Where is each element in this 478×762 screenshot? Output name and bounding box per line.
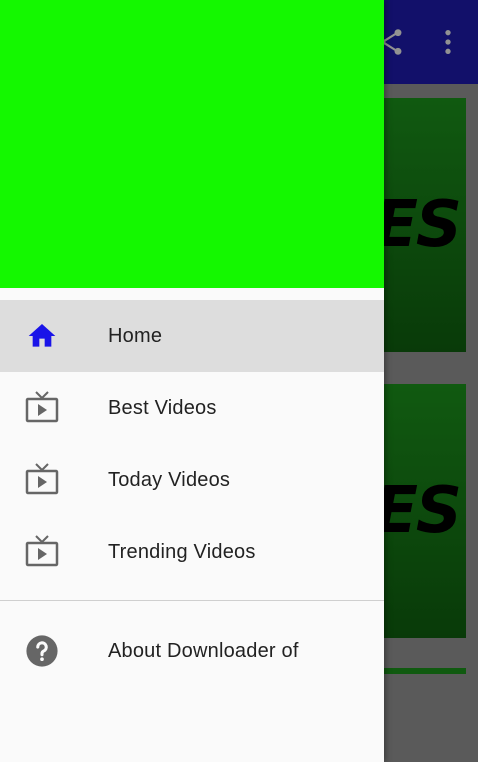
drawer-item-today-videos[interactable]: Today Videos: [0, 444, 384, 516]
tv-play-icon: [24, 534, 60, 570]
navigation-drawer: Home Best Videos Today Videos Trending V…: [0, 0, 384, 762]
drawer-item-label: Best Videos: [108, 396, 217, 419]
drawer-item-label: Today Videos: [108, 468, 231, 491]
drawer-header: [0, 0, 384, 288]
home-icon: [24, 318, 60, 354]
drawer-item-label: Trending Videos: [108, 540, 256, 563]
drawer-item-label: Home: [108, 324, 163, 347]
help-icon: [24, 633, 60, 669]
drawer-item-trending-videos[interactable]: Trending Videos: [0, 516, 384, 588]
drawer-item-label: About Downloader of: [108, 639, 299, 662]
tv-play-icon: [24, 390, 60, 426]
drawer-item-best-videos[interactable]: Best Videos: [0, 372, 384, 444]
drawer-item-home[interactable]: Home: [0, 300, 384, 372]
drawer-item-about[interactable]: About Downloader of: [0, 615, 384, 687]
tv-play-icon: [24, 462, 60, 498]
drawer-divider: [0, 600, 384, 601]
